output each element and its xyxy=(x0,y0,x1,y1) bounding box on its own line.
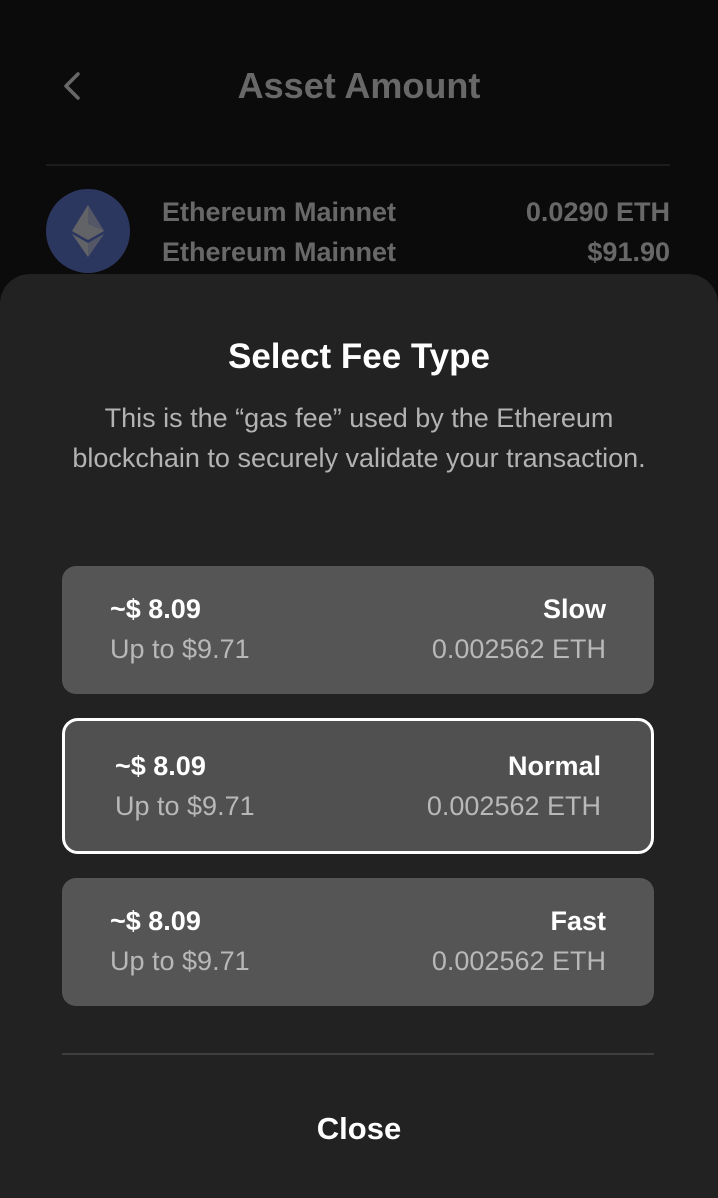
fee-option-slow[interactable]: ~$ 8.09 Up to $9.71 Slow 0.002562 ETH xyxy=(62,566,654,694)
fee-max: Up to $9.71 xyxy=(110,946,250,976)
asset-amount: 0.0290 ETH xyxy=(525,197,670,227)
sheet-description: This is the “gas fee” used by the Ethere… xyxy=(72,403,646,473)
header-divider xyxy=(46,164,670,166)
fee-price: ~$ 8.09 xyxy=(110,594,201,624)
screen: Asset Amount Ethereum Mainnet Ethereum M… xyxy=(0,0,718,1198)
page-title: Asset Amount xyxy=(237,65,481,106)
asset-fiat-value: $91.90 xyxy=(587,237,670,267)
close-button[interactable]: Close xyxy=(200,1100,518,1158)
fee-price: ~$ 8.09 xyxy=(115,751,206,781)
ethereum-icon xyxy=(46,189,130,273)
sheet-divider xyxy=(62,1053,654,1055)
asset-amount-page: Asset Amount Ethereum Mainnet Ethereum M… xyxy=(0,0,718,300)
asset-network: Ethereum Mainnet xyxy=(162,237,397,267)
fee-type-sheet: Select Fee Type This is the “gas fee” us… xyxy=(0,274,718,1198)
fee-option-normal[interactable]: ~$ 8.09 Up to $9.71 Normal 0.002562 ETH xyxy=(62,718,654,854)
fee-max: Up to $9.71 xyxy=(110,634,250,664)
fee-max: Up to $9.71 xyxy=(115,791,255,821)
fee-eth-amount: 0.002562 ETH xyxy=(426,791,601,821)
fee-eth-amount: 0.002562 ETH xyxy=(431,634,606,664)
fee-speed-label: Fast xyxy=(550,906,606,936)
fee-price: ~$ 8.09 xyxy=(110,906,201,936)
fee-speed-label: Slow xyxy=(542,594,606,624)
fee-option-fast[interactable]: ~$ 8.09 Up to $9.71 Fast 0.002562 ETH xyxy=(62,878,654,1006)
fee-eth-amount: 0.002562 ETH xyxy=(431,946,606,976)
fee-speed-label: Normal xyxy=(507,751,601,781)
asset-row: Ethereum Mainnet Ethereum Mainnet 0.0290… xyxy=(46,189,670,275)
sheet-title: Select Fee Type xyxy=(228,337,490,376)
asset-name: Ethereum Mainnet xyxy=(162,197,397,227)
